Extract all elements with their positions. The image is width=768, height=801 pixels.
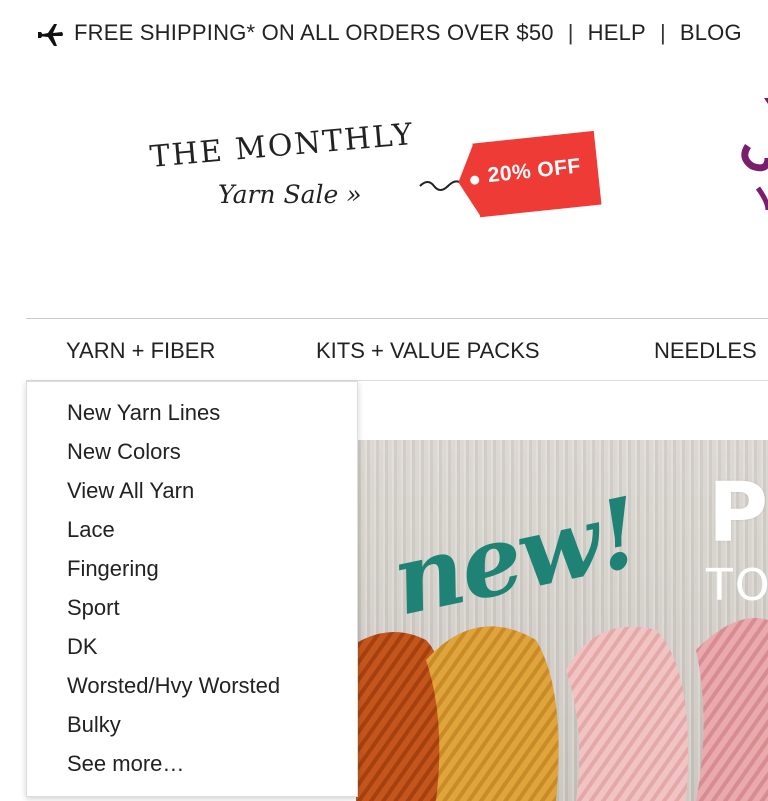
announcement-bar: FREE SHIPPING* ON ALL ORDERS OVER $50 | HE… xyxy=(0,0,768,70)
yarn-skeins-image xyxy=(356,618,768,801)
nav-item-kits-value-packs[interactable]: KITS + VALUE PACKS xyxy=(316,338,540,364)
menu-item-new-colors[interactable]: New Colors xyxy=(67,439,181,465)
free-shipping-text: FREE SHIPPING* ON ALL ORDERS OVER $50 xyxy=(74,20,554,45)
promo-title: THE MONTHLY xyxy=(148,116,416,175)
blog-link[interactable]: BLOG xyxy=(680,20,742,45)
discount-tag: 20% OFF xyxy=(454,130,602,220)
hero-banner[interactable]: new! PR TON xyxy=(356,440,768,801)
help-link[interactable]: HELP xyxy=(588,20,646,45)
menu-item-new-yarn-lines[interactable]: New Yarn Lines xyxy=(67,400,220,426)
menu-item-bulky[interactable]: Bulky xyxy=(67,712,121,738)
yarn-fiber-dropdown-menu: New Yarn Lines New Colors View All Yarn … xyxy=(26,381,358,797)
menu-item-view-all-yarn[interactable]: View All Yarn xyxy=(67,478,194,504)
brand-logo-icon[interactable] xyxy=(738,98,768,218)
menu-item-see-more[interactable]: See more… xyxy=(67,751,184,777)
menu-item-fingering[interactable]: Fingering xyxy=(67,556,159,582)
nav-item-needles[interactable]: NEEDLES xyxy=(654,338,757,364)
nav-item-yarn-fiber[interactable]: YARN + FIBER xyxy=(36,338,245,385)
menu-item-dk[interactable]: DK xyxy=(67,634,98,660)
nav-top-divider xyxy=(26,318,768,319)
hero-subheading: TON xyxy=(706,560,768,611)
main-nav: YARN + FIBER KITS + VALUE PACKS NEEDLES xyxy=(26,320,768,385)
separator: | xyxy=(567,20,574,45)
hero-heading: PR xyxy=(708,466,768,561)
menu-item-worsted[interactable]: Worsted/Hvy Worsted xyxy=(67,673,280,699)
menu-item-sport[interactable]: Sport xyxy=(67,595,120,621)
menu-item-lace[interactable]: Lace xyxy=(67,517,115,543)
separator: | xyxy=(659,20,666,45)
monthly-yarn-sale-promo[interactable]: THE MONTHLY Yarn Sale » 20% OFF xyxy=(140,117,602,230)
airplane-icon xyxy=(38,24,63,46)
promo-subtitle: Yarn Sale » xyxy=(218,180,362,209)
